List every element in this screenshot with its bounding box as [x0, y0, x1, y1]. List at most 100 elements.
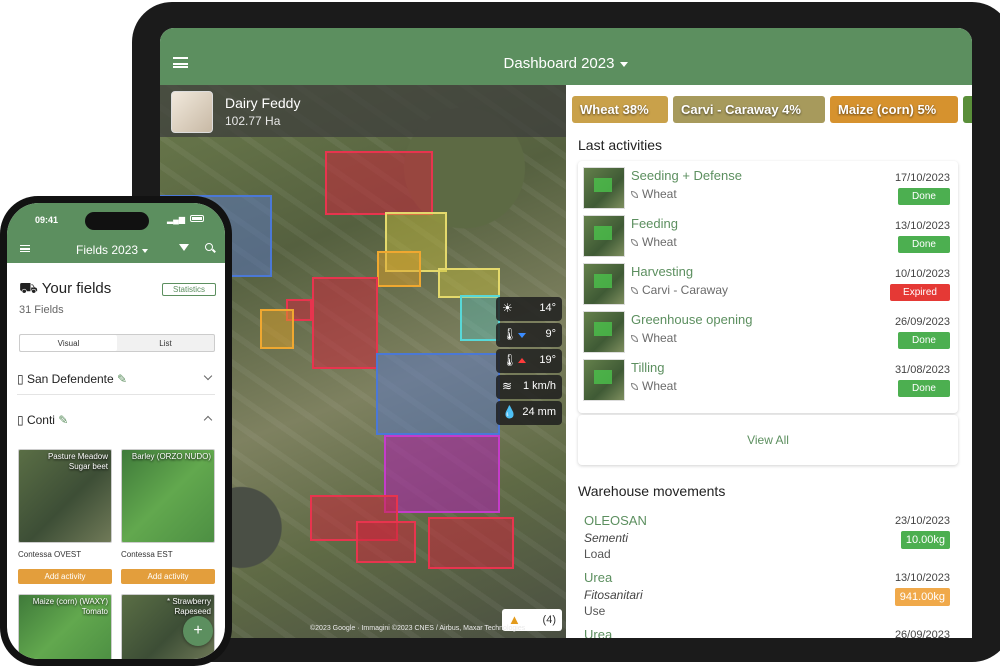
movement-date: 13/10/2023	[894, 572, 950, 584]
status-badge: Done	[898, 380, 950, 397]
group-conti[interactable]: ▯ Conti ✎	[17, 413, 68, 427]
field-card[interactable]: Maize (corn) (WAXY) Tomato	[18, 594, 112, 659]
caret-down-icon	[620, 61, 629, 67]
add-activity-button[interactable]: Add activity	[18, 569, 112, 584]
alerts-count: (4)	[542, 614, 556, 626]
quantity-badge: 10.00kg	[900, 531, 950, 549]
chevron-down-icon[interactable]	[203, 371, 213, 381]
view-toggle: Visual List	[19, 334, 215, 352]
tab-visual[interactable]: Visual	[20, 335, 117, 351]
add-field-fab[interactable]: +	[183, 616, 213, 646]
movement-type: Use	[584, 604, 606, 618]
leaf-icon	[631, 239, 638, 247]
edit-pencil-icon[interactable]: ✎	[55, 413, 68, 427]
statistics-button[interactable]: Statistics	[162, 283, 216, 296]
view-all-button[interactable]: View All	[578, 415, 958, 465]
product-name: Urea	[584, 570, 613, 585]
weather-value: 19°	[539, 354, 556, 366]
tab-list[interactable]: List	[117, 335, 214, 351]
crop-chip[interactable]	[963, 96, 972, 123]
thermometer-icon: 🌡	[502, 327, 518, 341]
weather-max-temp: 🌡 19°	[496, 349, 562, 373]
weather-value: 14°	[539, 302, 556, 314]
activity-row[interactable]: Tilling Wheat 31/08/2023 Done	[583, 357, 953, 403]
farm-summary[interactable]: Dairy Feddy 102.77 Ha	[160, 85, 566, 137]
divider	[17, 394, 215, 395]
water-drop-icon: 💧	[502, 405, 517, 419]
movement-date: 23/10/2023	[894, 515, 950, 527]
fields-header: 09:41 ▂▄▆ Fields 2023	[7, 203, 225, 263]
field-card[interactable]: Barley (ORZO NUDO)	[121, 449, 215, 543]
leaf-icon	[631, 383, 638, 391]
search-icon[interactable]	[205, 243, 213, 251]
fields-year: 2023	[111, 243, 139, 257]
movement-row[interactable]: OLEOSAN Sementi Load 23/10/2023 10.00kg	[578, 511, 958, 569]
field-polygon[interactable]	[356, 521, 416, 563]
tablet-screen: Dashboard 2023 Dairy Feddy 102.77 Ha ☀ 1…	[160, 28, 972, 638]
crop-chip[interactable]: Wheat 38%	[572, 96, 668, 123]
leaf-icon	[631, 335, 638, 343]
dashboard-year-selector[interactable]: Dashboard 2023	[160, 55, 972, 72]
field-polygon[interactable]	[377, 251, 421, 287]
activity-crop: Wheat	[631, 331, 677, 345]
arrow-up-icon	[518, 358, 526, 363]
hamburger-menu-icon[interactable]	[20, 245, 30, 252]
activity-crop: Carvi - Caraway	[631, 283, 728, 297]
fields-title: Fields	[76, 243, 109, 257]
movement-row[interactable]: Urea 26/09/2023	[578, 625, 958, 638]
movement-row[interactable]: Urea Fitosanitari Use 13/10/2023 941.00k…	[578, 568, 958, 626]
field-thumbnail	[583, 311, 625, 353]
signal-wifi-icon: ▂▄▆	[167, 215, 185, 224]
activity-row[interactable]: Feeding Wheat 13/10/2023 Done	[583, 213, 953, 259]
activity-row[interactable]: Seeding + Defense Wheat 17/10/2023 Done	[583, 165, 953, 211]
crop-chip-label: Wheat 38%	[580, 102, 649, 117]
field-polygon[interactable]	[438, 268, 500, 298]
status-badge: Expired	[890, 284, 950, 301]
thermometer-icon: 🌡	[502, 353, 518, 367]
add-activity-button[interactable]: Add activity	[121, 569, 215, 584]
edit-pencil-icon[interactable]: ✎	[114, 372, 127, 386]
field-name: Contessa OVEST	[18, 550, 82, 559]
dashboard-right-panel: Wheat 38% Carvi - Caraway 4% Maize (corn…	[566, 85, 972, 638]
quantity-badge: 941.00kg	[894, 588, 950, 606]
phone-frame: 09:41 ▂▄▆ Fields 2023 ⛟ Your fields 31 F…	[0, 196, 232, 666]
crop-chip[interactable]: Carvi - Caraway 4%	[673, 96, 825, 123]
activity-row[interactable]: Harvesting Carvi - Caraway 10/10/2023 Ex…	[583, 261, 953, 307]
crop-chip[interactable]: Maize (corn) 5%	[830, 96, 958, 123]
leaf-icon	[631, 191, 638, 199]
field-card[interactable]: Pasture Meadow Sugar beet	[18, 449, 112, 543]
field-polygon[interactable]	[312, 277, 378, 369]
activity-row[interactable]: Greenhouse opening Wheat 26/09/2023 Done	[583, 309, 953, 355]
group-san-defendente[interactable]: ▯ San Defendente ✎	[17, 372, 127, 386]
your-fields-title: ⛟ Your fields	[19, 280, 112, 297]
chevron-up-icon[interactable]	[203, 415, 213, 425]
filter-icon[interactable]	[179, 244, 189, 251]
farm-name: Dairy Feddy	[225, 95, 301, 111]
field-polygon[interactable]	[384, 435, 500, 513]
arrow-down-icon	[518, 333, 526, 338]
fields-year-selector[interactable]: Fields 2023	[76, 243, 149, 257]
field-polygon[interactable]	[325, 151, 433, 215]
map-copyright: ©2023 Google · Immagini ©2023 CNES / Air…	[310, 625, 526, 632]
field-polygon[interactable]	[260, 309, 294, 349]
activity-name: Tilling	[631, 360, 665, 375]
activities-list: Seeding + Defense Wheat 17/10/2023 Done …	[578, 161, 958, 413]
activity-name: Seeding + Defense	[631, 168, 742, 183]
activity-date: 31/08/2023	[894, 364, 950, 376]
field-polygon[interactable]	[428, 517, 514, 569]
weather-min-temp: 🌡 9°	[496, 323, 562, 347]
field-thumbnail	[583, 359, 625, 401]
field-polygon[interactable]	[460, 295, 500, 341]
product-category: Fitosanitari	[584, 588, 643, 602]
product-name: Urea	[584, 627, 613, 638]
field-crops: Barley (ORZO NUDO)	[131, 452, 211, 461]
weather-value: 1 km/h	[522, 380, 556, 392]
sun-cloud-icon: ☀	[502, 301, 513, 315]
activity-date: 10/10/2023	[894, 268, 950, 280]
dashboard-header: Dashboard 2023	[160, 28, 972, 85]
field-name: Contessa EST	[121, 550, 173, 559]
activity-crop: Wheat	[631, 379, 677, 393]
weather-rain: 💧 24 mm	[496, 401, 562, 425]
field-polygon[interactable]	[376, 353, 500, 435]
map-icon: ▯	[17, 372, 27, 386]
